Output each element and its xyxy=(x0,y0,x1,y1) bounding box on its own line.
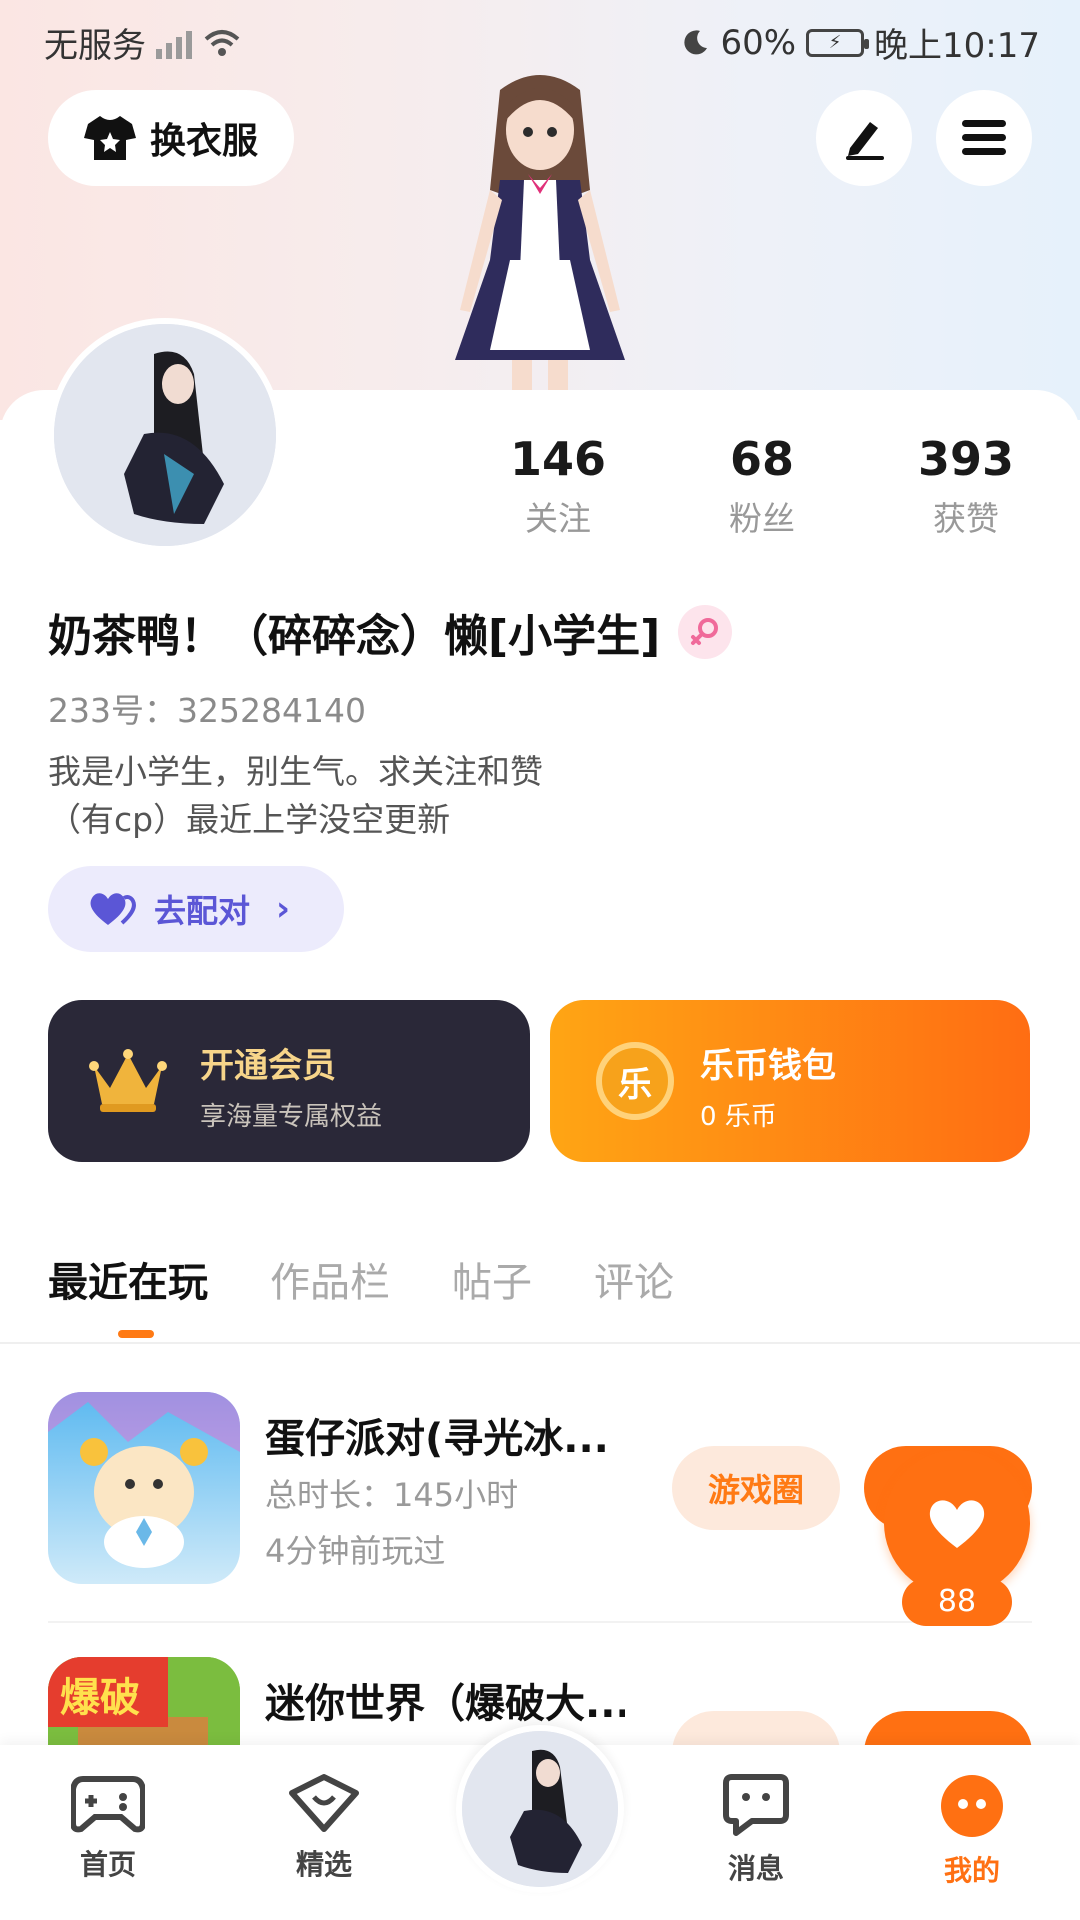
nav-label: 我的 xyxy=(943,1854,1000,1887)
nav-home[interactable]: 首页 xyxy=(48,1773,168,1883)
game-last-played: 4分钟前玩过 xyxy=(265,1532,446,1570)
tab-works[interactable]: 作品栏 xyxy=(270,1250,390,1308)
game-title: 迷你世界（爆破大... xyxy=(265,1681,625,1727)
list-divider xyxy=(48,1621,1032,1623)
moon-icon xyxy=(684,29,708,54)
tab-recently-played[interactable]: 最近在玩 xyxy=(48,1250,208,1338)
wallet-title: 乐币钱包 xyxy=(700,1046,836,1086)
stat-value: 68 xyxy=(729,432,794,486)
wallet-balance: 0 乐币 xyxy=(700,1102,777,1132)
signal-icon xyxy=(156,27,192,59)
bio-line: （有cp）最近上学没空更新 xyxy=(48,800,451,839)
avatar[interactable] xyxy=(48,318,282,552)
nickname: 奶茶鸭！（碎碎念）懒[小学生] xyxy=(48,611,661,662)
shirt-icon xyxy=(83,116,136,160)
stat-following[interactable]: 146 关注 xyxy=(478,432,638,540)
stat-value: 393 xyxy=(917,432,1015,486)
like-count: 88 xyxy=(902,1578,1012,1626)
wallet-card[interactable]: 乐 乐币钱包 0 乐币 xyxy=(550,1000,1030,1162)
pair-label: 去配对 xyxy=(154,892,251,930)
stat-likes[interactable]: 393 获赞 xyxy=(886,432,1046,540)
nav-label: 精选 xyxy=(295,1848,352,1881)
double-heart-icon xyxy=(90,893,136,925)
nav-label: 消息 xyxy=(727,1852,784,1885)
stat-label: 粉丝 xyxy=(729,499,795,538)
heart-box-icon xyxy=(289,1774,359,1832)
tab-comments[interactable]: 评论 xyxy=(594,1250,674,1308)
nickname-row: 奶茶鸭！（碎碎念）懒[小学生] xyxy=(48,600,733,664)
nav-avatar-center[interactable] xyxy=(456,1725,624,1893)
chevron-right-icon: › xyxy=(276,889,291,929)
dress-up-label: 换衣服 xyxy=(149,121,258,162)
gamepad-icon xyxy=(70,1776,146,1833)
heart-icon xyxy=(929,1500,985,1548)
bio: 我是小学生，别生气。求关注和赞 （有cp）最近上学没空更新 xyxy=(48,748,543,844)
game-icon-text: 爆破 xyxy=(60,1675,140,1721)
wifi-icon xyxy=(204,29,240,56)
pair-button[interactable]: 去配对 › xyxy=(48,866,344,952)
vip-subtitle: 享海量专属权益 xyxy=(200,1102,383,1132)
nav-featured[interactable]: 精选 xyxy=(264,1773,384,1883)
like-button[interactable] xyxy=(884,1450,1030,1596)
game-duration: 总时长：145小时 xyxy=(265,1476,519,1514)
nav-label: 首页 xyxy=(79,1848,136,1881)
avatar-character-figure xyxy=(455,75,625,410)
tab-posts[interactable]: 帖子 xyxy=(452,1250,532,1308)
profile-face-icon xyxy=(941,1775,1003,1837)
coin-icon: 乐 xyxy=(596,1042,674,1120)
crown-icon xyxy=(89,1049,167,1112)
clock: 晚上10:17 xyxy=(874,26,1040,66)
stat-label: 获赞 xyxy=(933,499,999,538)
avatar-image xyxy=(54,324,276,546)
tabs-divider xyxy=(0,1342,1080,1344)
game-circle-button[interactable]: 游戏圈 xyxy=(672,1446,840,1530)
carrier-text: 无服务 xyxy=(44,26,146,66)
game-title: 蛋仔派对(寻光冰... xyxy=(265,1416,609,1462)
vip-card[interactable]: 开通会员 享海量专属权益 xyxy=(48,1000,530,1162)
edit-icon xyxy=(846,122,884,160)
avatar-image xyxy=(462,1731,618,1887)
coin-char: 乐 xyxy=(618,1064,652,1105)
profile-tabs: 最近在玩 作品栏 帖子 评论 xyxy=(48,1250,674,1338)
battery-percent: 60% xyxy=(720,22,797,63)
female-icon xyxy=(678,605,733,659)
nav-me[interactable]: 我的 xyxy=(912,1773,1032,1889)
status-bar: 无服务 60% ⚡ 晚上10:17 xyxy=(0,0,1080,76)
edit-profile-button[interactable] xyxy=(816,90,912,186)
chat-icon xyxy=(723,1774,789,1836)
stat-value: 146 xyxy=(509,432,607,486)
bio-line: 我是小学生，别生气。求关注和赞 xyxy=(48,752,543,791)
menu-icon xyxy=(962,120,1006,155)
nav-messages[interactable]: 消息 xyxy=(696,1773,816,1887)
vip-title: 开通会员 xyxy=(200,1046,336,1086)
stat-label: 关注 xyxy=(525,499,591,538)
bottom-nav: 首页 精选 消息 我的 xyxy=(0,1725,1080,1920)
game-icon-eggy-party xyxy=(48,1392,240,1584)
stat-followers[interactable]: 68 粉丝 xyxy=(682,432,842,540)
user-id: 233号：325284140 xyxy=(48,691,366,730)
battery-icon: ⚡ xyxy=(806,28,870,57)
dress-up-button[interactable]: 换衣服 xyxy=(48,90,294,186)
menu-button[interactable] xyxy=(936,90,1032,186)
